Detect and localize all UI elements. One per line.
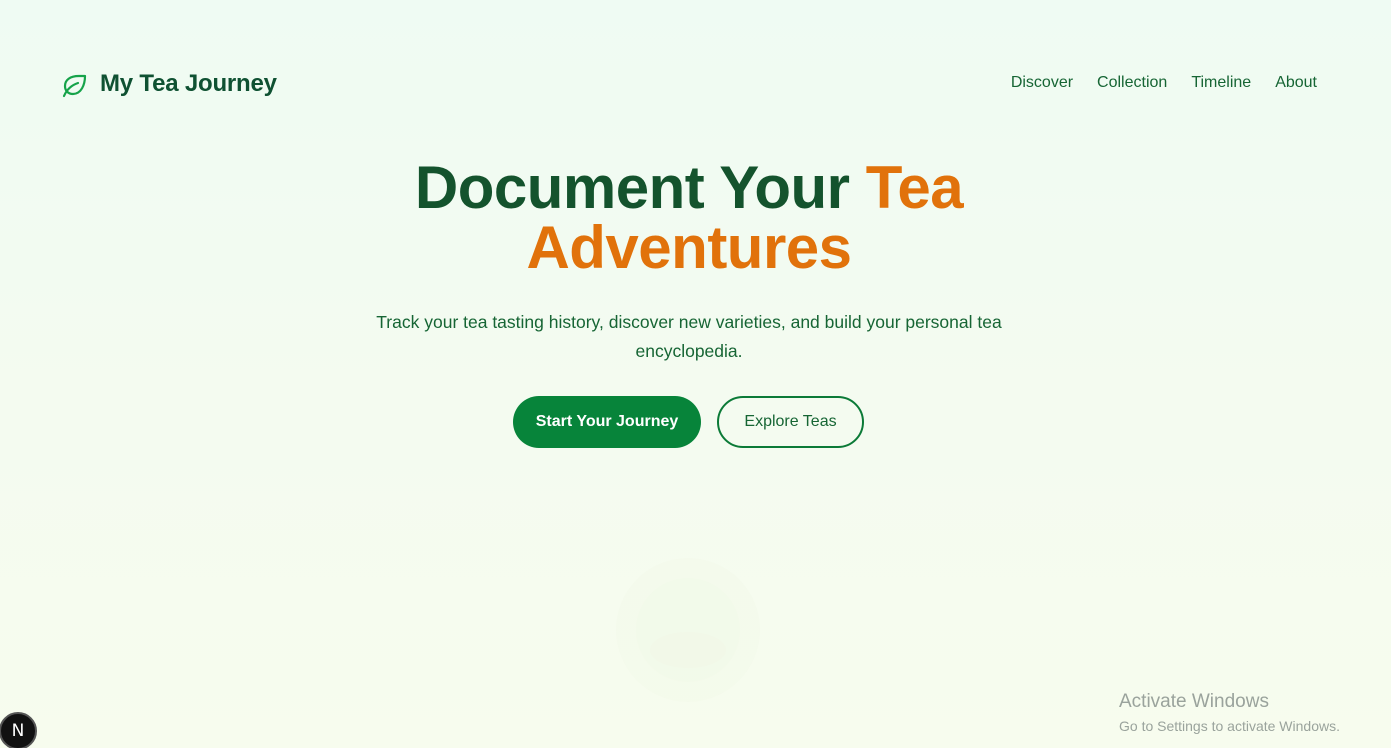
hero-title-accent-2: Adventures	[526, 214, 852, 281]
background-decoration	[588, 530, 788, 730]
activation-title: Activate Windows	[1119, 691, 1269, 712]
explore-teas-button[interactable]: Explore Teas	[717, 396, 864, 448]
activation-subtitle: Go to Settings to activate Windows.	[1119, 718, 1340, 734]
start-journey-button[interactable]: Start Your Journey	[513, 396, 701, 448]
main-nav: Discover Collection Timeline About	[1011, 72, 1317, 94]
hero-subtitle: Track your tea tasting history, discover…	[376, 312, 1002, 361]
nav-link-timeline[interactable]: Timeline	[1191, 72, 1251, 94]
site-header: My Tea Journey Discover Collection Timel…	[0, 0, 1391, 168]
brand-logo-link[interactable]: My Tea Journey	[60, 67, 277, 101]
brand-name: My Tea Journey	[100, 70, 277, 97]
nav-link-collection[interactable]: Collection	[1097, 72, 1167, 94]
leaf-icon	[60, 69, 90, 99]
hero-title-accent-1: Tea	[865, 154, 964, 221]
os-activation-watermark: Activate Windows Go to Settings to activ…	[1119, 690, 1379, 736]
dev-tools-badge[interactable]: N	[0, 712, 37, 748]
nav-link-discover[interactable]: Discover	[1011, 72, 1073, 94]
nav-link-about[interactable]: About	[1275, 72, 1317, 94]
hero-title: Document Your Tea Adventures	[0, 158, 1378, 278]
hero-title-main: Document Your	[414, 154, 866, 221]
